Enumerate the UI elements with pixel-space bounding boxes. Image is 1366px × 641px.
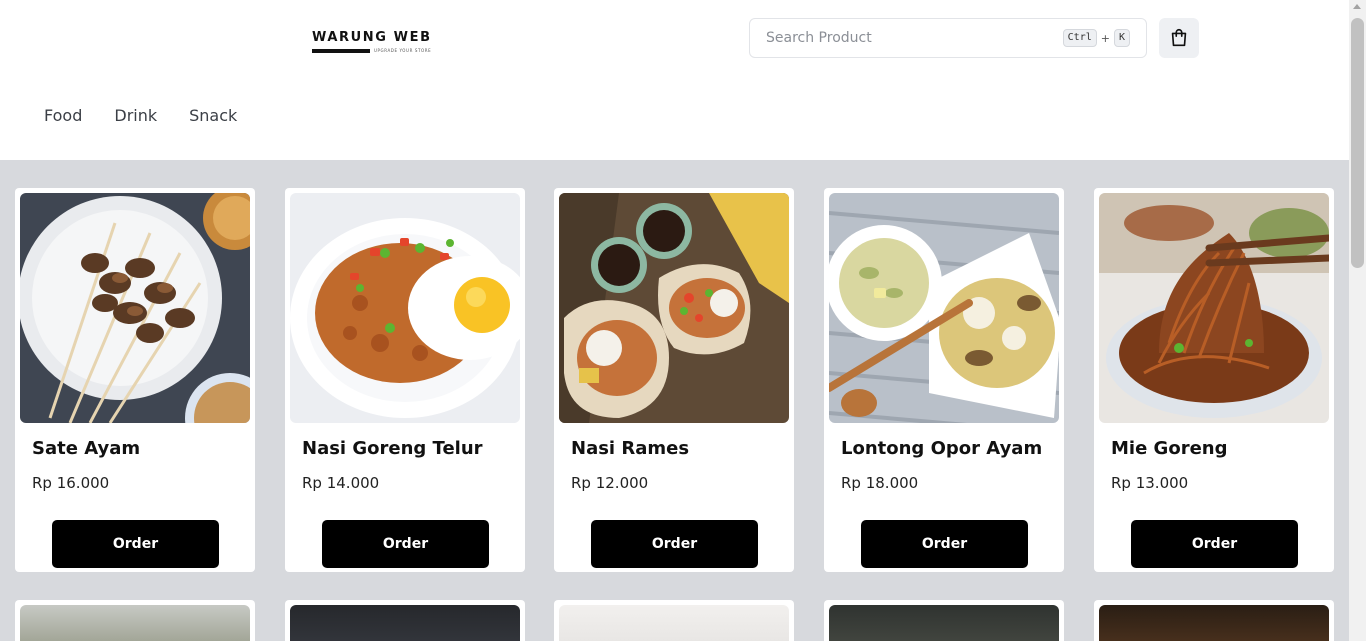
logo-tagline: UPGRADE YOUR STORE xyxy=(374,48,432,53)
product-price: Rp 13.000 xyxy=(1111,474,1189,492)
search-input[interactable] xyxy=(766,19,1056,57)
scrollbar[interactable] xyxy=(1349,0,1366,641)
logo-title: WARUNG WEB xyxy=(312,30,432,45)
nav-item-food[interactable]: Food xyxy=(28,100,98,131)
nav-item-snack[interactable]: Snack xyxy=(173,100,253,131)
product-name: Mie Goreng xyxy=(1111,438,1228,459)
shortcut-plus: + xyxy=(1100,31,1110,45)
product-card xyxy=(285,600,525,641)
product-card: Nasi Rames Rp 12.000 Order xyxy=(554,188,794,572)
product-card: Lontong Opor Ayam Rp 18.000 Order xyxy=(824,188,1064,572)
product-name: Nasi Rames xyxy=(571,438,690,459)
product-card: Mie Goreng Rp 13.000 Order xyxy=(1094,188,1334,572)
logo[interactable]: WARUNG WEB UPGRADE YOUR STORE xyxy=(312,30,438,56)
lontong-opor-ayam-image[interactable] xyxy=(829,193,1059,423)
product-card xyxy=(1094,600,1334,641)
shortcut-key-k: K xyxy=(1113,29,1130,47)
order-button[interactable]: Order xyxy=(861,520,1028,568)
order-button[interactable]: Order xyxy=(322,520,489,568)
shopping-bag-icon xyxy=(1171,28,1187,47)
scroll-up-arrow-icon[interactable] xyxy=(1353,4,1361,9)
sate-ayam-image[interactable] xyxy=(20,193,250,423)
nasi-rames-image[interactable] xyxy=(559,193,789,423)
product-price: Rp 18.000 xyxy=(841,474,919,492)
order-button[interactable]: Order xyxy=(52,520,219,568)
product-price: Rp 12.000 xyxy=(571,474,649,492)
product-grid: Sate Ayam Rp 16.000 Order Nasi Goreng Te… xyxy=(0,160,1349,641)
product-name: Lontong Opor Ayam xyxy=(841,438,1043,459)
product-card: Nasi Goreng Telur Rp 14.000 Order xyxy=(285,188,525,572)
nasi-goreng-telur-image[interactable] xyxy=(290,193,520,423)
search-box[interactable]: Ctrl + K xyxy=(749,18,1147,58)
product-card xyxy=(554,600,794,641)
product-image[interactable] xyxy=(20,605,250,641)
product-image[interactable] xyxy=(1099,605,1329,641)
product-card: Sate Ayam Rp 16.000 Order xyxy=(15,188,255,572)
cart-button[interactable] xyxy=(1159,18,1199,58)
order-button[interactable]: Order xyxy=(1131,520,1298,568)
scrollbar-thumb[interactable] xyxy=(1351,18,1364,268)
header: WARUNG WEB UPGRADE YOUR STORE Ctrl + K F… xyxy=(0,0,1349,160)
product-image[interactable] xyxy=(559,605,789,641)
order-button[interactable]: Order xyxy=(591,520,758,568)
nav-item-drink[interactable]: Drink xyxy=(98,100,173,131)
product-name: Sate Ayam xyxy=(32,438,141,459)
product-image[interactable] xyxy=(829,605,1059,641)
product-card xyxy=(15,600,255,641)
product-image[interactable] xyxy=(290,605,520,641)
shortcut-key-ctrl: Ctrl xyxy=(1062,29,1097,47)
product-price: Rp 16.000 xyxy=(32,474,110,492)
logo-underline xyxy=(312,49,370,53)
product-price: Rp 14.000 xyxy=(302,474,380,492)
mie-goreng-image[interactable] xyxy=(1099,193,1329,423)
category-nav: Food Drink Snack xyxy=(28,100,253,131)
product-card xyxy=(824,600,1064,641)
product-name: Nasi Goreng Telur xyxy=(302,438,483,459)
search-shortcut: Ctrl + K xyxy=(1062,29,1130,47)
